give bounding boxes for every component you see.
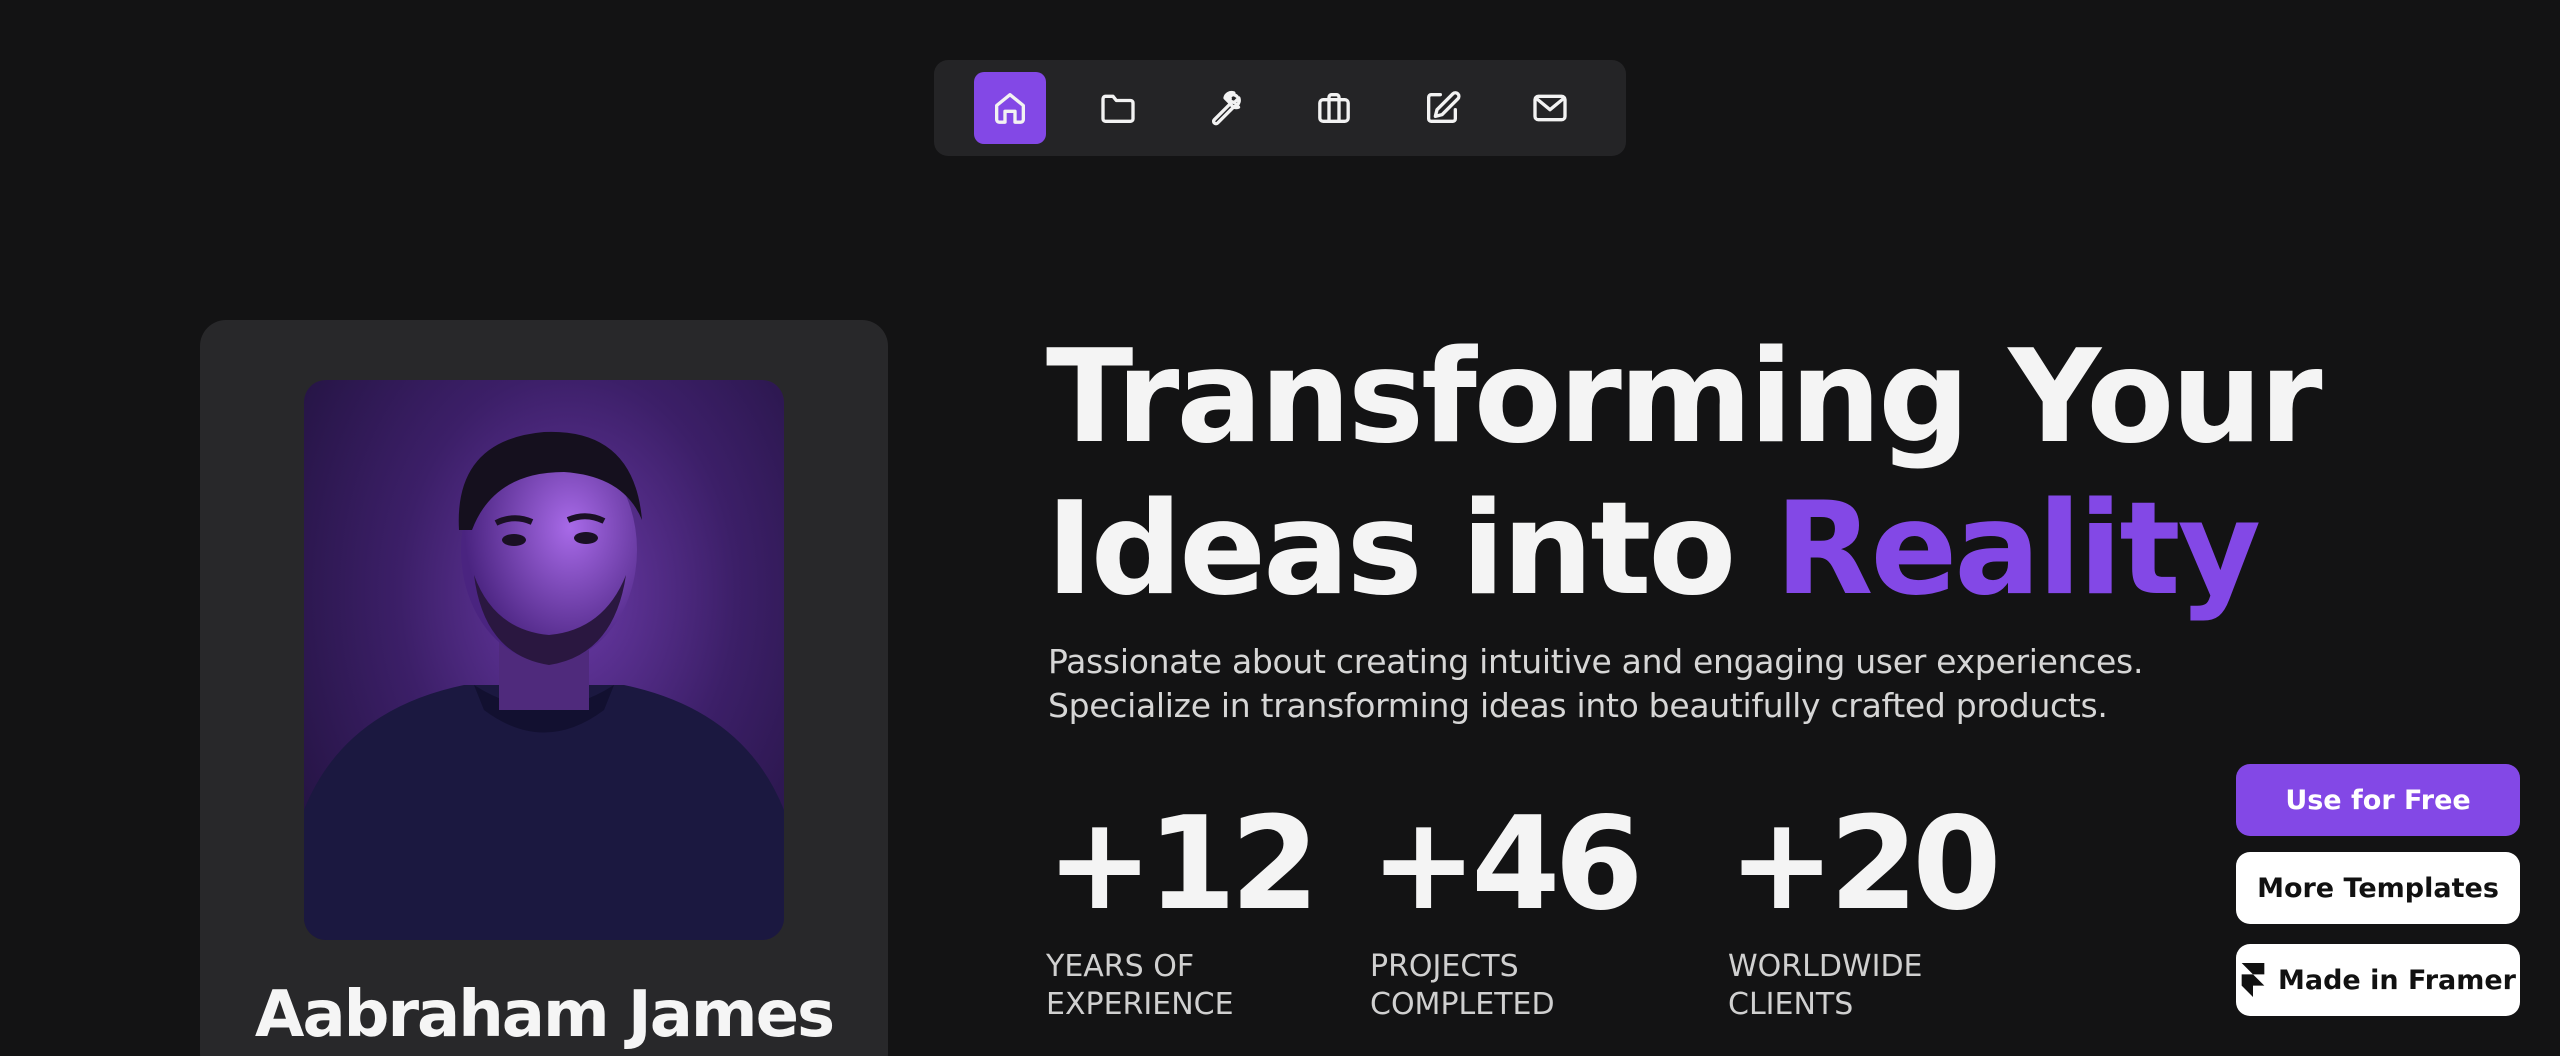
- nav-contact-button[interactable]: [1514, 72, 1586, 144]
- stat-label-line1: Years of: [1046, 949, 1195, 984]
- made-in-framer-label: Made in Framer: [2277, 964, 2517, 996]
- stat-experience: +12 Years of Experience: [1046, 800, 1366, 1024]
- stat-label-line1: Projects: [1370, 949, 1519, 984]
- stat-label-line2: Completed: [1370, 987, 1555, 1022]
- hero-title-line2-prefix: Ideas into: [1046, 475, 1736, 624]
- wrench-icon: [1212, 90, 1241, 126]
- stat-value: +12: [1046, 790, 1319, 939]
- stat-label: Projects Completed: [1370, 948, 1690, 1024]
- made-in-framer-button[interactable]: Made in Framer: [2236, 944, 2520, 1016]
- home-icon: [995, 93, 1025, 124]
- stat-clients: +20 Worldwide Clients: [1728, 800, 2048, 1024]
- nav-projects-button[interactable]: [1082, 72, 1154, 144]
- stat-projects: +46 Projects Completed: [1370, 800, 1690, 1024]
- profile-photo: [304, 380, 784, 940]
- hero-title-accent: Reality: [1774, 475, 2261, 624]
- framer-logo-icon: [2241, 963, 2265, 997]
- hero-subtitle-line1: Passionate about creating intuitive and …: [1048, 642, 2144, 681]
- stat-label-line2: Experience: [1046, 987, 1234, 1022]
- hero-title-line1: Transforming Your: [1046, 323, 2322, 472]
- profile-name: Aabraham James: [254, 978, 835, 1052]
- nav-tools-button[interactable]: [1190, 72, 1262, 144]
- edit-icon: [1427, 91, 1461, 124]
- nav-work-button[interactable]: [1298, 72, 1370, 144]
- nav-blog-button[interactable]: [1406, 72, 1478, 144]
- stat-value: +46: [1370, 790, 1643, 939]
- top-nav: [934, 60, 1626, 156]
- nav-home-button[interactable]: [974, 72, 1046, 144]
- stat-value: +20: [1728, 790, 2001, 939]
- stat-label: Years of Experience: [1046, 948, 1366, 1024]
- stat-label-line1: Worldwide: [1728, 949, 1923, 984]
- hero-title: Transforming Your Ideas into Reality: [1046, 322, 2322, 626]
- hero-subtitle-line2: Specialize in transforming ideas into be…: [1048, 686, 2108, 725]
- folder-icon: [1101, 94, 1135, 124]
- hero-subtitle: Passionate about creating intuitive and …: [1048, 640, 2148, 728]
- profile-card: Aabraham James: [200, 320, 888, 1056]
- mail-icon: [1533, 94, 1567, 122]
- stat-label: Worldwide Clients: [1728, 948, 2048, 1024]
- more-templates-button[interactable]: More Templates: [2236, 852, 2520, 924]
- stat-label-line2: Clients: [1728, 987, 1854, 1022]
- use-for-free-button[interactable]: Use for Free: [2236, 764, 2520, 836]
- briefcase-icon: [1318, 93, 1350, 124]
